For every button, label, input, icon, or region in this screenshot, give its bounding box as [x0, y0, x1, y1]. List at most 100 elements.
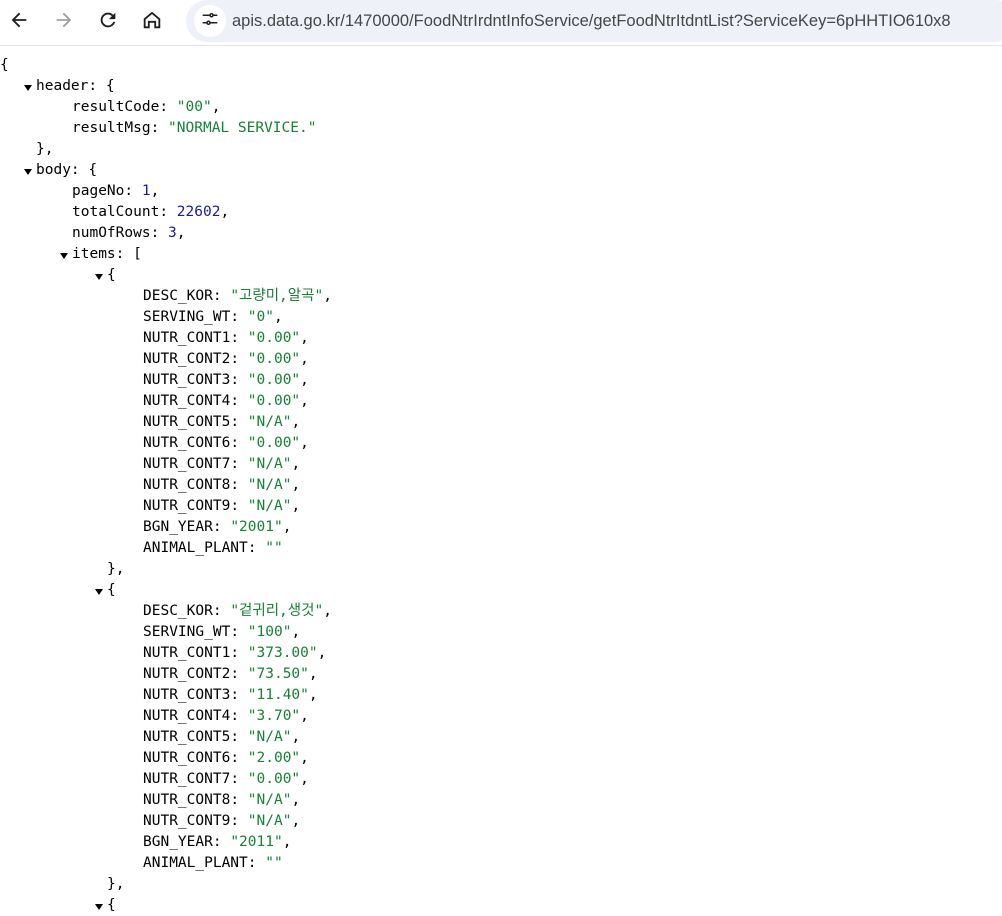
collapse-triangle-item-1[interactable]	[95, 588, 103, 596]
json-key: NUTR_CONT6	[143, 750, 231, 766]
json-string-value: "0.00"	[247, 435, 301, 451]
json-string-value: "N/A"	[247, 498, 292, 514]
json-key: NUTR_CONT2	[143, 666, 231, 682]
json-key: NUTR_CONT2	[143, 351, 231, 367]
json-string-value: "N/A"	[247, 456, 292, 472]
json-string-value: "0.00"	[247, 393, 301, 409]
json-field-NUTR_CONT9: NUTR_CONT9: "N/A",	[143, 813, 301, 829]
json-string-value: "100"	[247, 624, 292, 640]
json-key: NUTR_CONT9	[143, 498, 231, 514]
reload-button[interactable]	[90, 4, 126, 40]
json-field-NUTR_CONT5: NUTR_CONT5: "N/A",	[143, 729, 301, 745]
json-key: NUTR_CONT1	[143, 645, 231, 661]
json-key: NUTR_CONT5	[143, 729, 231, 745]
triangle-down-icon	[60, 253, 68, 259]
json-key-items: items	[72, 246, 116, 262]
triangle-down-icon	[24, 85, 32, 91]
json-field-resultMsg: resultMsg: "NORMAL SERVICE."	[72, 120, 317, 136]
json-string-value: "2.00"	[247, 750, 301, 766]
json-item-0-close: },	[107, 561, 125, 577]
json-key: DESC_KOR	[143, 603, 213, 619]
json-key: NUTR_CONT1	[143, 330, 231, 346]
json-key: ANIMAL_PLANT	[143, 855, 248, 871]
json-string-value: "0.00"	[247, 351, 301, 367]
json-string-value: "N/A"	[247, 477, 292, 493]
json-key: SERVING_WT	[143, 309, 231, 325]
triangle-down-icon	[95, 904, 103, 910]
json-field-NUTR_CONT9: NUTR_CONT9: "N/A",	[143, 498, 301, 514]
json-key: NUTR_CONT6	[143, 435, 231, 451]
json-item-1-open: {	[107, 582, 116, 598]
json-field-BGN_YEAR: BGN_YEAR: "2001",	[143, 519, 292, 535]
address-bar[interactable]: apis.data.go.kr/1470000/FoodNtrIrdntInfo…	[186, 0, 1002, 42]
json-field-ANIMAL_PLANT: ANIMAL_PLANT: ""	[143, 855, 283, 871]
home-button[interactable]	[134, 4, 170, 40]
json-key: NUTR_CONT3	[143, 687, 231, 703]
json-string-value: "N/A"	[247, 414, 292, 430]
json-key: SERVING_WT	[143, 624, 231, 640]
json-item-2-open: {	[107, 897, 116, 913]
collapse-triangle-item-0[interactable]	[95, 273, 103, 281]
json-field-pageNo: pageNo: 1,	[72, 183, 160, 199]
triangle-down-icon	[24, 169, 32, 175]
back-button[interactable]	[1, 4, 37, 40]
reload-icon	[97, 9, 119, 35]
json-key-body: body	[36, 162, 71, 178]
json-field-NUTR_CONT8: NUTR_CONT8: "N/A",	[143, 792, 301, 808]
json-string-value: "73.50"	[247, 666, 309, 682]
json-key: NUTR_CONT3	[143, 372, 231, 388]
json-key: NUTR_CONT7	[143, 771, 231, 787]
triangle-down-icon	[95, 589, 103, 595]
json-string-value: "2001"	[230, 519, 283, 535]
json-string-value: "3.70"	[247, 708, 301, 724]
json-key: NUTR_CONT7	[143, 456, 231, 472]
json-key: NUTR_CONT4	[143, 708, 231, 724]
json-field-NUTR_CONT4: NUTR_CONT4: "0.00",	[143, 393, 309, 409]
json-field-NUTR_CONT1: NUTR_CONT1: "373.00",	[143, 645, 327, 661]
json-key: BGN_YEAR	[143, 519, 213, 535]
forward-icon	[53, 9, 75, 35]
json-string-value: "0.00"	[247, 330, 301, 346]
json-key-header: header	[36, 78, 89, 94]
json-field-NUTR_CONT5: NUTR_CONT5: "N/A",	[143, 414, 301, 430]
collapse-triangle-items[interactable]	[60, 252, 68, 260]
json-string-value: "2011"	[230, 834, 283, 850]
triangle-down-icon	[95, 274, 103, 280]
json-key: DESC_KOR	[143, 288, 213, 304]
json-header-line: header: {	[36, 78, 115, 94]
json-item-0-open: {	[107, 267, 116, 283]
json-key: BGN_YEAR	[143, 834, 213, 850]
json-field-NUTR_CONT3: NUTR_CONT3: "11.40",	[143, 687, 318, 703]
json-field-totalCount: totalCount: 22602,	[72, 204, 230, 220]
json-key: ANIMAL_PLANT	[143, 540, 248, 556]
json-field-SERVING_WT: SERVING_WT: "0",	[143, 309, 283, 325]
json-string-value: "N/A"	[247, 729, 292, 745]
json-field-NUTR_CONT7: NUTR_CONT7: "0.00",	[143, 771, 309, 787]
json-field-resultCode: resultCode: "00",	[72, 99, 221, 115]
collapse-triangle-body[interactable]	[24, 168, 32, 176]
json-string-value: "N/A"	[247, 792, 292, 808]
collapse-triangle-item-2[interactable]	[95, 903, 103, 911]
json-string-value: "0.00"	[247, 771, 301, 787]
json-field-NUTR_CONT2: NUTR_CONT2: "0.00",	[143, 351, 309, 367]
json-key: NUTR_CONT8	[143, 477, 231, 493]
json-string-value: "373.00"	[247, 645, 318, 661]
json-key: NUTR_CONT8	[143, 792, 231, 808]
json-string-value: ""	[265, 540, 283, 556]
json-field-DESC_KOR: DESC_KOR: "겉귀리,생것",	[143, 603, 332, 619]
json-field-NUTR_CONT1: NUTR_CONT1: "0.00",	[143, 330, 309, 346]
url-text[interactable]: apis.data.go.kr/1470000/FoodNtrIrdntInfo…	[232, 12, 951, 31]
json-header-close: },	[36, 141, 54, 157]
collapse-triangle-header[interactable]	[24, 84, 32, 92]
json-string-value: "0"	[247, 309, 274, 325]
home-icon	[141, 9, 163, 35]
json-field-NUTR_CONT6: NUTR_CONT6: "0.00",	[143, 435, 309, 451]
browser-toolbar: apis.data.go.kr/1470000/FoodNtrIrdntInfo…	[0, 0, 1002, 46]
site-settings-button[interactable]	[194, 5, 226, 37]
json-field-NUTR_CONT4: NUTR_CONT4: "3.70",	[143, 708, 309, 724]
forward-button[interactable]	[46, 4, 82, 40]
json-field-DESC_KOR: DESC_KOR: "고량미,알곡",	[143, 288, 332, 304]
json-field-ANIMAL_PLANT: ANIMAL_PLANT: ""	[143, 540, 283, 556]
json-item-1-close: },	[107, 876, 125, 892]
json-key: NUTR_CONT4	[143, 393, 231, 409]
